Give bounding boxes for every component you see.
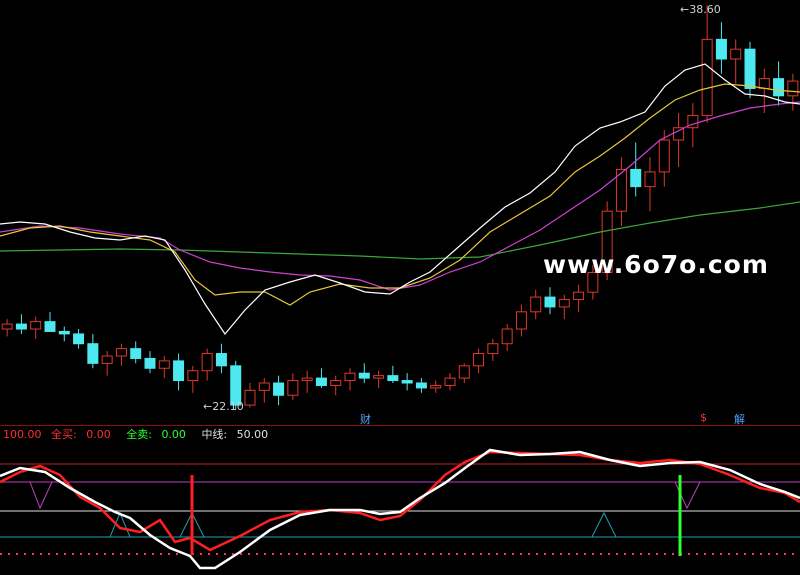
candle-body xyxy=(544,296,556,308)
watermark-text: www.6o7o.com xyxy=(543,250,769,279)
candle-body xyxy=(473,353,485,367)
candle-body xyxy=(73,333,85,345)
candle-body xyxy=(701,38,713,116)
candle-body xyxy=(287,380,299,396)
indicator-top-value: 100.00 xyxy=(3,428,42,441)
candle-body xyxy=(444,377,456,386)
candle-body xyxy=(415,382,427,389)
indicator-header: 100.00 全买: 0.00 全卖: 0.00 中线: 50.00 xyxy=(3,428,280,442)
candle-body xyxy=(344,372,356,382)
buy-value: 0.00 xyxy=(86,428,111,441)
candle-body xyxy=(301,377,313,382)
candle-body xyxy=(758,78,770,89)
candle-body xyxy=(87,343,99,364)
ma5-line xyxy=(0,63,800,336)
dividend-event-marker[interactable]: $ xyxy=(700,411,707,424)
candle-body xyxy=(373,375,385,379)
candle-body xyxy=(115,348,127,357)
candle-body xyxy=(358,372,370,379)
candle-body xyxy=(430,384,442,389)
candle-body xyxy=(158,360,170,369)
sell-value: 0.00 xyxy=(161,428,186,441)
candle-body xyxy=(787,80,799,97)
candle-body xyxy=(30,321,42,330)
candle-body xyxy=(658,139,670,173)
candle-body xyxy=(144,357,156,369)
candle-body xyxy=(744,48,756,89)
candle-body xyxy=(530,296,542,313)
candle-body xyxy=(515,311,527,330)
candle-body xyxy=(387,375,399,382)
candle-body xyxy=(273,382,285,396)
buy-label: 全买: 0.00 xyxy=(51,428,111,441)
candle-body xyxy=(715,38,727,60)
candlestick-series xyxy=(1,5,799,410)
mid-line-value: 50.00 xyxy=(236,428,269,441)
sell-label: 全卖: 0.00 xyxy=(126,428,186,441)
low-price-label: ←22.10 xyxy=(203,400,244,413)
candle-body xyxy=(130,348,142,359)
low-price-value: 22.10 xyxy=(212,400,244,413)
candle-body xyxy=(644,171,656,188)
candle-body xyxy=(487,343,499,355)
candle-body xyxy=(315,377,327,386)
candle-body xyxy=(1,323,13,330)
candle-body xyxy=(501,328,513,345)
candle-body xyxy=(215,353,227,367)
candle-body xyxy=(558,299,570,308)
candle-body xyxy=(201,353,213,372)
candle-body xyxy=(630,168,642,188)
candle-body xyxy=(401,380,413,384)
candle-body xyxy=(44,321,56,332)
indicator-chart[interactable] xyxy=(0,444,800,575)
candle-body xyxy=(244,389,256,406)
high-price-label: ←38.60 xyxy=(680,3,721,16)
candle-body xyxy=(730,48,742,60)
candle-body xyxy=(101,355,113,364)
candle-body xyxy=(458,365,470,379)
mid-line-label: 中线: 50.00 xyxy=(201,428,269,441)
candle-body xyxy=(173,360,185,382)
candle-body xyxy=(15,323,27,330)
high-price-value: 38.60 xyxy=(689,3,721,16)
panel-divider xyxy=(0,425,800,426)
candle-body xyxy=(187,370,199,382)
price-chart[interactable] xyxy=(0,0,800,425)
candle-body xyxy=(773,78,785,97)
candle-body xyxy=(573,291,585,301)
candle-body xyxy=(330,380,342,386)
candle-body xyxy=(58,330,70,335)
candle-body xyxy=(258,382,270,391)
